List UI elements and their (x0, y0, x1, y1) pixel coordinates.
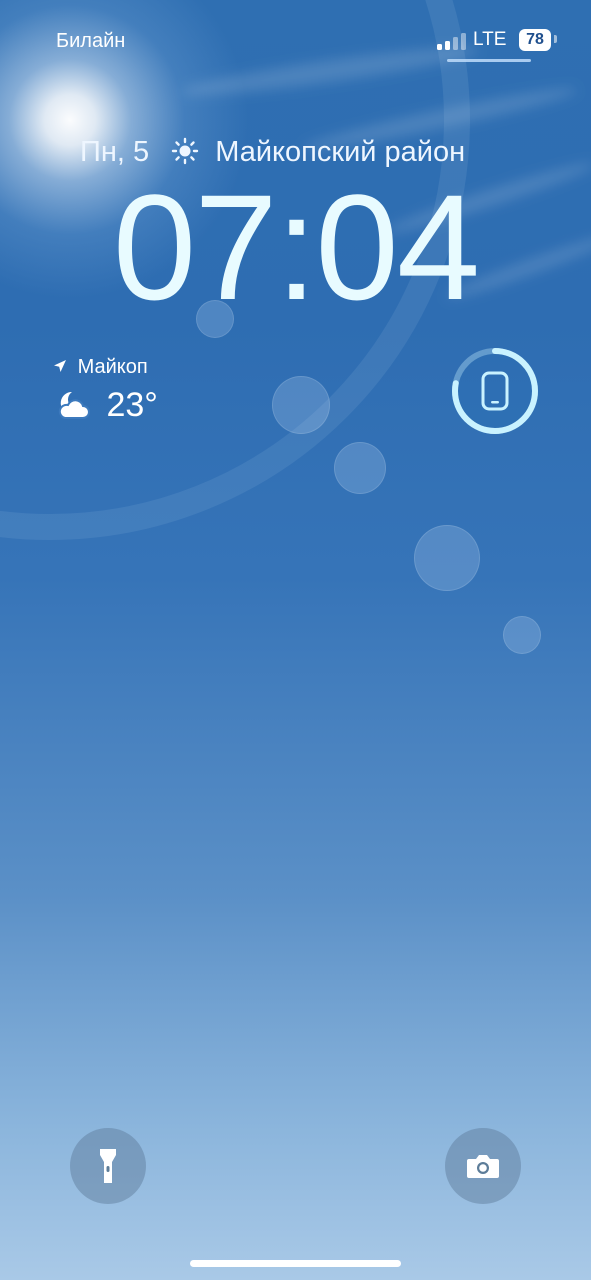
battery-tip (554, 35, 557, 43)
signal-strength-icon (437, 32, 469, 50)
lens-flare (414, 525, 480, 591)
carrier-name: Билайн (56, 30, 126, 52)
camera-icon (467, 1155, 499, 1178)
sun-icon (171, 137, 199, 165)
status-bar: Билайн LTE 78 (0, 0, 591, 80)
battery-widget[interactable] (450, 346, 540, 436)
status-underline (447, 59, 531, 62)
flashlight-icon (100, 1149, 116, 1183)
battery-icon: 78 (519, 29, 551, 51)
weather-city: Майкоп (77, 356, 148, 378)
temperature-value: 23° (106, 386, 158, 424)
camera-button[interactable] (445, 1128, 521, 1204)
flashlight-button[interactable] (70, 1128, 146, 1204)
lens-flare (503, 616, 541, 654)
lock-clock: 07:04 (112, 163, 480, 331)
lens-flare (334, 442, 386, 494)
battery-level: 78 (526, 31, 544, 48)
network-type: LTE (473, 29, 507, 50)
lens-flare (272, 376, 330, 434)
home-indicator[interactable] (190, 1260, 401, 1267)
temperature-row: 23° (52, 386, 158, 426)
location-row: Майкоп (52, 356, 148, 379)
partly-cloudy-night-icon (58, 391, 90, 419)
weather-widget[interactable]: Майкоп 23° (52, 356, 252, 426)
lock-screen: Билайн LTE 78 Пн, 5 Майкопский район 07:… (0, 0, 591, 1280)
location-arrow-icon (54, 360, 66, 372)
